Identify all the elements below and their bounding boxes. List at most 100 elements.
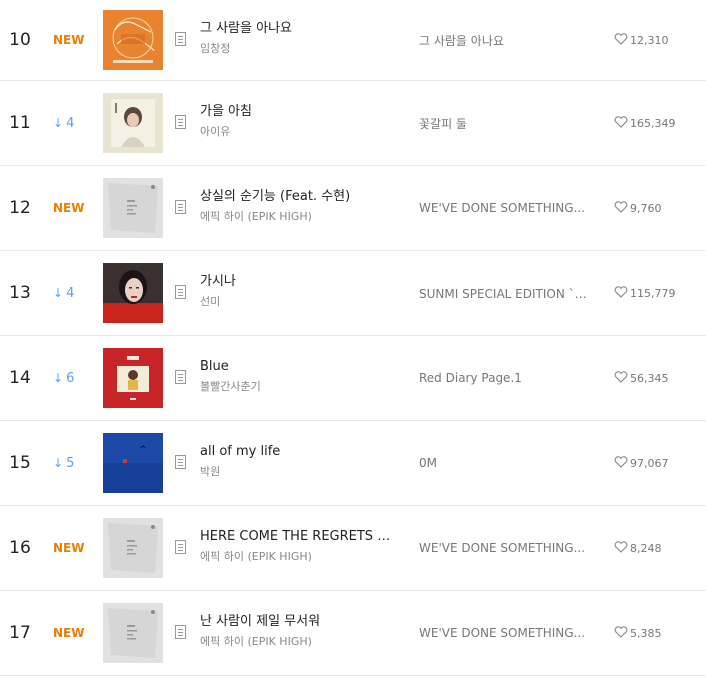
song-info: all of my life 박원 (200, 443, 395, 481)
album-cover[interactable] (103, 518, 163, 578)
album-cover[interactable] (103, 263, 163, 323)
album-link[interactable]: WE'VE DONE SOMETHING... (419, 541, 585, 555)
album-link[interactable]: Red Diary Page.1 (419, 371, 522, 385)
rank-number: 15 (9, 453, 31, 473)
album-link[interactable]: SUNMI SPECIAL EDITION `가... (419, 285, 594, 302)
album-link[interactable]: WE'VE DONE SOMETHING... (419, 626, 585, 640)
artist-name[interactable]: 선미 (200, 293, 395, 311)
artist-name[interactable]: 에픽 하이 (EPIK HIGH) (200, 548, 395, 566)
song-title[interactable]: Blue (200, 358, 395, 376)
album-name: Red Diary Page.1 (419, 336, 594, 420)
artist-name[interactable]: 아이유 (200, 123, 395, 141)
like-button[interactable]: 165,349 (614, 81, 676, 165)
like-button[interactable]: 97,067 (614, 421, 669, 505)
album-name: WE'VE DONE SOMETHING... (419, 166, 594, 250)
chart-row: 16 NEW HERE COME THE REGRETS (Feat... 에픽… (0, 506, 706, 591)
album-cover[interactable] (103, 10, 163, 70)
artist-name[interactable]: 에픽 하이 (EPIK HIGH) (200, 633, 395, 651)
document-icon[interactable] (175, 200, 186, 214)
song-info: 난 사람이 제일 무서워 에픽 하이 (EPIK HIGH) (200, 613, 395, 651)
album-link[interactable]: 0M (419, 456, 437, 470)
chart-row: 10 NEW 그 사람을 아나요 임창정 그 사람을 아나요 12,310 (0, 0, 706, 81)
heart-icon (614, 200, 630, 216)
song-info: 상실의 순기능 (Feat. 수현) 에픽 하이 (EPIK HIGH) (200, 188, 395, 226)
change-new-badge: NEW (53, 201, 85, 215)
song-info: Blue 볼빨간사춘기 (200, 358, 395, 396)
document-icon[interactable] (175, 540, 186, 554)
album-cover[interactable] (103, 348, 163, 408)
chart-row: 14 ↓ 6 Blue 볼빨간사춘기 Red Diary Page.1 56,34… (0, 336, 706, 421)
arrow-down-icon: ↓ (53, 116, 64, 130)
album-name: 0M (419, 421, 594, 505)
arrow-down-icon: ↓ (53, 286, 64, 300)
chart-row: 13 ↓ 4 가시나 선미 SUNMI SPECIAL EDITION `가...… (0, 251, 706, 336)
album-cover[interactable] (103, 433, 163, 493)
song-title[interactable]: 상실의 순기능 (Feat. 수현) (200, 188, 395, 206)
like-count: 5,385 (630, 626, 662, 640)
document-icon[interactable] (175, 115, 186, 129)
chart-list: 10 NEW 그 사람을 아나요 임창정 그 사람을 아나요 12,310 11… (0, 0, 706, 676)
rank-number: 13 (9, 283, 31, 303)
chart-row: 15 ↓ 5 all of my life 박원 0M 97,067 (0, 421, 706, 506)
album-cover[interactable] (103, 93, 163, 153)
rank-number: 14 (9, 368, 31, 388)
rank-change: ↓ 6 (53, 370, 75, 386)
document-icon[interactable] (175, 285, 186, 299)
like-count: 9,760 (630, 201, 662, 215)
like-button[interactable]: 8,248 (614, 506, 662, 590)
like-button[interactable]: 56,345 (614, 336, 669, 420)
song-title[interactable]: 그 사람을 아나요 (200, 20, 395, 38)
album-name: 꽃갈피 둘 (419, 81, 594, 165)
artist-name[interactable]: 임창정 (200, 40, 395, 58)
album-link[interactable]: WE'VE DONE SOMETHING... (419, 201, 585, 215)
song-title[interactable]: 난 사람이 제일 무서워 (200, 613, 395, 631)
artist-name[interactable]: 박원 (200, 463, 395, 481)
rank-number: 10 (9, 30, 31, 50)
chart-row: 17 NEW 난 사람이 제일 무서워 에픽 하이 (EPIK HIGH) WE… (0, 591, 706, 676)
song-title[interactable]: 가을 아침 (200, 103, 395, 121)
album-cover[interactable] (103, 603, 163, 663)
heart-icon (614, 540, 630, 556)
rank-change: ↓ 4 (53, 115, 75, 131)
like-button[interactable]: 5,385 (614, 591, 662, 675)
song-info: 그 사람을 아나요 임창정 (200, 20, 395, 58)
like-count: 165,349 (630, 116, 676, 130)
heart-icon (614, 285, 630, 301)
like-count: 8,248 (630, 541, 662, 555)
change-new-badge: NEW (53, 626, 85, 640)
like-button[interactable]: 12,310 (614, 0, 669, 80)
artist-name[interactable]: 에픽 하이 (EPIK HIGH) (200, 208, 395, 226)
heart-icon (614, 455, 630, 471)
like-count: 12,310 (630, 33, 669, 47)
document-icon[interactable] (175, 32, 186, 46)
song-title[interactable]: 가시나 (200, 273, 395, 291)
song-title[interactable]: HERE COME THE REGRETS (Feat... (200, 528, 395, 546)
rank-number: 16 (9, 538, 31, 558)
document-icon[interactable] (175, 625, 186, 639)
like-button[interactable]: 9,760 (614, 166, 662, 250)
album-cover[interactable] (103, 178, 163, 238)
like-count: 115,779 (630, 286, 676, 300)
heart-icon (614, 370, 630, 386)
chart-row: 11 ↓ 4 가을 아침 아이유 꽃갈피 둘 165,349 (0, 81, 706, 166)
change-new-badge: NEW (53, 33, 85, 47)
like-count: 56,345 (630, 371, 669, 385)
song-title[interactable]: all of my life (200, 443, 395, 461)
rank-number: 11 (9, 113, 31, 133)
rank-number: 17 (9, 623, 31, 643)
song-info: 가시나 선미 (200, 273, 395, 311)
document-icon[interactable] (175, 455, 186, 469)
song-info: HERE COME THE REGRETS (Feat... 에픽 하이 (EP… (200, 528, 395, 566)
album-link[interactable]: 꽃갈피 둘 (419, 115, 467, 132)
document-icon[interactable] (175, 370, 186, 384)
album-link[interactable]: 그 사람을 아나요 (419, 32, 504, 49)
arrow-down-icon: ↓ (53, 371, 64, 385)
arrow-down-icon: ↓ (53, 456, 64, 470)
like-button[interactable]: 115,779 (614, 251, 676, 335)
artist-name[interactable]: 볼빨간사춘기 (200, 378, 395, 396)
rank-number: 12 (9, 198, 31, 218)
chart-row: 12 NEW 상실의 순기능 (Feat. 수현) 에픽 하이 (EPIK HI… (0, 166, 706, 251)
song-info: 가을 아침 아이유 (200, 103, 395, 141)
heart-icon (614, 32, 630, 48)
album-name: 그 사람을 아나요 (419, 0, 594, 80)
